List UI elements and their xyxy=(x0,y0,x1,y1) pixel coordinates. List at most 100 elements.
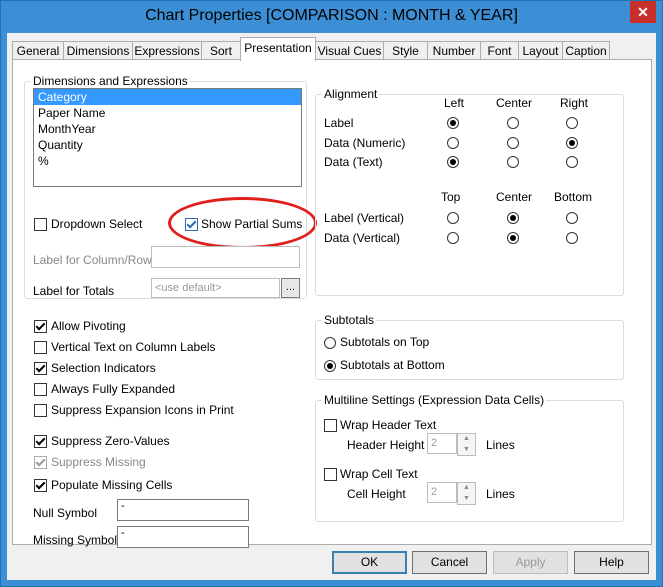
data-vertical-top-radio[interactable] xyxy=(447,232,459,244)
dropdown-select-label: Dropdown Select xyxy=(51,217,143,231)
populate-missing-label: Populate Missing Cells xyxy=(51,478,173,492)
null-symbol-label: Null Symbol xyxy=(33,506,98,520)
header-height-label: Header Height xyxy=(347,438,425,452)
highlight-ellipse xyxy=(168,197,317,249)
numeric-right-radio[interactable] xyxy=(566,137,578,149)
tab-general[interactable]: General xyxy=(12,41,64,60)
header-height-spinner[interactable]: ▲ ▼ xyxy=(457,433,476,456)
spin-down-icon[interactable]: ▼ xyxy=(458,494,475,505)
subtotals-top-radio[interactable] xyxy=(324,337,336,349)
spin-down-icon[interactable]: ▼ xyxy=(458,445,475,456)
wrap-header-checkbox[interactable] xyxy=(324,419,337,432)
tab-expressions[interactable]: Expressions xyxy=(132,41,202,60)
label-totals-browse-button[interactable]: ... xyxy=(281,278,300,298)
tab-visual-cues[interactable]: Visual Cues xyxy=(315,41,384,60)
tab-dimensions[interactable]: Dimensions xyxy=(63,41,133,60)
align-row-data-text: Data (Text) xyxy=(324,155,383,169)
suppress-missing-label: Suppress Missing xyxy=(51,455,146,469)
suppress-expansion-icons-label: Suppress Expansion Icons in Print xyxy=(51,403,234,417)
align-row-label: Label xyxy=(324,116,354,130)
apply-button[interactable]: Apply xyxy=(493,551,568,574)
align-header-left: Left xyxy=(444,96,465,110)
label-totals-label: Label for Totals xyxy=(33,284,115,298)
dims-expr-listbox[interactable]: Category Paper Name MonthYear Quantity % xyxy=(33,88,302,187)
text-left-radio[interactable] xyxy=(447,156,459,168)
list-item[interactable]: Quantity xyxy=(34,137,301,153)
subtotals-bottom-label: Subtotals at Bottom xyxy=(340,358,445,372)
tab-number[interactable]: Number xyxy=(427,41,481,60)
label-right-radio[interactable] xyxy=(566,117,578,129)
list-item[interactable]: Category xyxy=(34,89,301,105)
data-vertical-bottom-radio[interactable] xyxy=(566,232,578,244)
header-height-unit: Lines xyxy=(486,438,515,452)
spin-up-icon[interactable]: ▲ xyxy=(458,483,475,494)
tab-presentation[interactable]: Presentation xyxy=(240,37,316,61)
presentation-panel: Dimensions and Expressions Category Pape… xyxy=(12,59,652,548)
align-row-data-vertical: Data (Vertical) xyxy=(324,231,401,245)
label-center-radio[interactable] xyxy=(507,117,519,129)
label-column-row-label: Label for Column/Row xyxy=(33,253,152,267)
numeric-center-radio[interactable] xyxy=(507,137,519,149)
allow-pivoting-label: Allow Pivoting xyxy=(51,319,126,333)
align-header-bottom: Bottom xyxy=(554,190,593,204)
cell-height-label: Cell Height xyxy=(347,487,406,501)
suppress-zero-values-checkbox[interactable] xyxy=(34,435,47,448)
vertical-text-label: Vertical Text on Column Labels xyxy=(51,340,216,354)
suppress-zero-values-label: Suppress Zero-Values xyxy=(51,434,170,448)
list-item[interactable]: % xyxy=(34,153,301,169)
multiline-legend: Multiline Settings (Expression Data Cell… xyxy=(322,393,547,407)
data-vertical-center-radio[interactable] xyxy=(507,232,519,244)
wrap-header-label: Wrap Header Text xyxy=(340,418,437,432)
help-button[interactable]: Help xyxy=(574,551,649,574)
missing-symbol-label: Missing Symbol xyxy=(33,533,118,547)
cell-height-input[interactable]: 2 xyxy=(427,482,457,503)
label-vertical-bottom-radio[interactable] xyxy=(566,212,578,224)
title-bar[interactable]: Chart Properties [COMPARISON : MONTH & Y… xyxy=(1,1,662,33)
align-row-data-numeric: Data (Numeric) xyxy=(324,136,406,150)
numeric-left-radio[interactable] xyxy=(447,137,459,149)
alignment-legend: Alignment xyxy=(322,87,380,101)
tab-layout[interactable]: Layout xyxy=(518,41,563,60)
missing-symbol-input[interactable]: - xyxy=(117,526,249,548)
window-title: Chart Properties [COMPARISON : MONTH & Y… xyxy=(145,7,518,24)
close-button[interactable]: ✕ xyxy=(630,1,656,23)
subtotals-bottom-radio[interactable] xyxy=(324,360,336,372)
label-column-row-input[interactable] xyxy=(151,246,300,268)
subtotals-top-label: Subtotals on Top xyxy=(340,335,430,349)
wrap-cell-checkbox[interactable] xyxy=(324,468,337,481)
align-row-label-vertical: Label (Vertical) xyxy=(324,211,405,225)
allow-pivoting-checkbox[interactable] xyxy=(34,320,47,333)
text-center-radio[interactable] xyxy=(507,156,519,168)
tab-font[interactable]: Font xyxy=(480,41,519,60)
cell-height-unit: Lines xyxy=(486,487,515,501)
label-left-radio[interactable] xyxy=(447,117,459,129)
tab-style[interactable]: Style xyxy=(383,41,428,60)
vertical-text-checkbox[interactable] xyxy=(34,341,47,354)
selection-indicators-checkbox[interactable] xyxy=(34,362,47,375)
align-header-vcenter: Center xyxy=(496,190,533,204)
list-item[interactable]: MonthYear xyxy=(34,121,301,137)
label-vertical-center-radio[interactable] xyxy=(507,212,519,224)
label-totals-input[interactable]: <use default> xyxy=(151,278,280,298)
suppress-missing-checkbox xyxy=(34,456,47,469)
null-symbol-input[interactable]: - xyxy=(117,499,249,521)
subtotals-legend: Subtotals xyxy=(322,313,377,327)
cell-height-spinner[interactable]: ▲ ▼ xyxy=(457,482,476,505)
ok-button[interactable]: OK xyxy=(332,551,407,574)
dropdown-select-checkbox[interactable] xyxy=(34,218,47,231)
dialog-client: General Dimensions Expressions Sort Pres… xyxy=(7,33,656,580)
suppress-expansion-icons-checkbox[interactable] xyxy=(34,404,47,417)
tab-sort[interactable]: Sort xyxy=(201,41,241,60)
wrap-cell-label: Wrap Cell Text xyxy=(340,467,418,481)
always-expanded-checkbox[interactable] xyxy=(34,383,47,396)
list-item[interactable]: Paper Name xyxy=(34,105,301,121)
header-height-input[interactable]: 2 xyxy=(427,433,457,454)
tab-caption[interactable]: Caption xyxy=(562,41,610,60)
spin-up-icon[interactable]: ▲ xyxy=(458,434,475,445)
text-right-radio[interactable] xyxy=(566,156,578,168)
align-header-center: Center xyxy=(496,96,533,110)
populate-missing-checkbox[interactable] xyxy=(34,479,47,492)
cancel-button[interactable]: Cancel xyxy=(412,551,487,574)
dims-expr-legend: Dimensions and Expressions xyxy=(31,74,190,88)
label-vertical-top-radio[interactable] xyxy=(447,212,459,224)
